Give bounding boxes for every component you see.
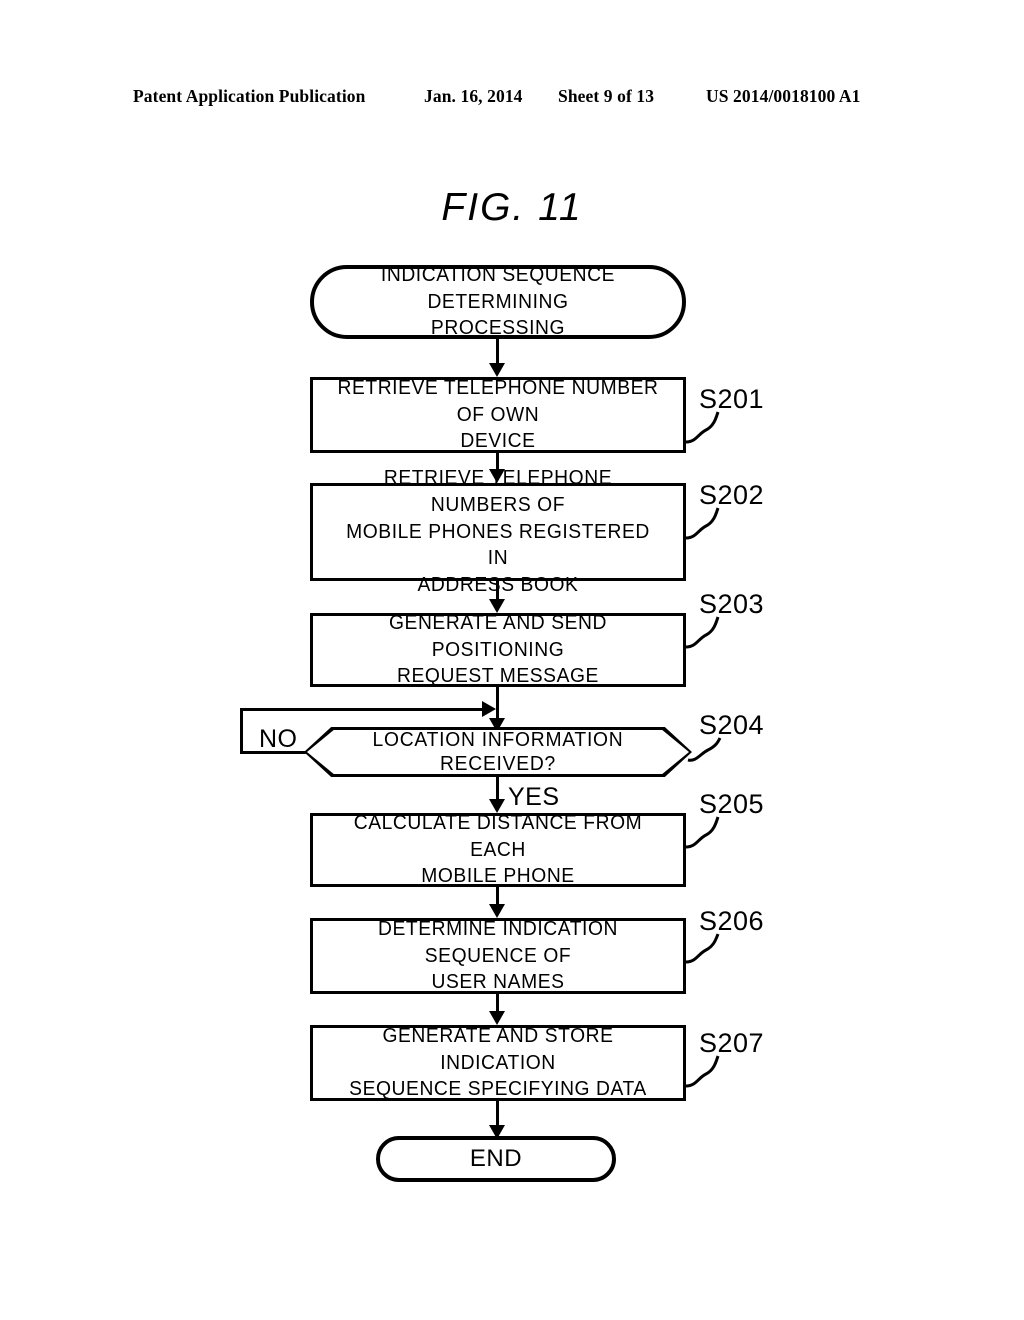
- node-s204-label: LOCATION INFORMATION RECEIVED?: [372, 728, 624, 775]
- node-s202-line2: MOBILE PHONES REGISTERED IN: [346, 519, 650, 570]
- step-label-s206: S206: [699, 906, 765, 936]
- node-s202: RETRIEVE TELEPHONE NUMBERS OF MOBILE PHO…: [310, 466, 686, 596]
- leader-s206: [685, 933, 720, 964]
- node-s201: RETRIEVE TELEPHONE NUMBER OF OWN DEVICE: [310, 375, 686, 455]
- node-s206-line2: USER NAMES: [431, 970, 565, 994]
- node-s202-line1: RETRIEVE TELEPHONE NUMBERS OF: [383, 466, 613, 517]
- flowchart: INDICATION SEQUENCE DETERMINING PROCESSI…: [0, 0, 1024, 1320]
- node-s202-label: RETRIEVE TELEPHONE NUMBERS OF MOBILE PHO…: [324, 465, 672, 598]
- step-label-s202: S202: [699, 480, 765, 510]
- node-s207-label: GENERATE AND STORE INDICATION SEQUENCE S…: [324, 1023, 672, 1103]
- node-s201-label: RETRIEVE TELEPHONE NUMBER OF OWN DEVICE: [324, 375, 672, 455]
- node-s207-line2: SEQUENCE SPECIFYING DATA: [349, 1077, 647, 1101]
- step-label-s207: S207: [699, 1028, 765, 1058]
- node-s203-label: GENERATE AND SEND POSITIONING REQUEST ME…: [324, 610, 672, 690]
- node-end-label: END: [469, 1145, 523, 1173]
- node-s205-line1: CALCULATE DISTANCE FROM EACH: [353, 811, 643, 861]
- node-start-line2: PROCESSING: [430, 316, 566, 340]
- connector-start-s201: [496, 339, 499, 365]
- node-start-line1: INDICATION SEQUENCE DETERMINING: [380, 263, 616, 313]
- node-s201-line1: RETRIEVE TELEPHONE NUMBER OF OWN: [337, 376, 659, 426]
- step-label-s201: S201: [699, 384, 765, 414]
- node-start: INDICATION SEQUENCE DETERMINING PROCESSI…: [310, 262, 686, 342]
- connector-no-left: [240, 708, 243, 753]
- step-label-s203: S203: [699, 589, 765, 619]
- branch-label-no: NO: [259, 725, 298, 753]
- step-label-s205: S205: [699, 789, 765, 819]
- node-s204: LOCATION INFORMATION RECEIVED?: [304, 727, 692, 777]
- node-s203-line1: GENERATE AND SEND POSITIONING: [388, 611, 608, 661]
- leader-s201: [685, 411, 720, 444]
- node-start-label: INDICATION SEQUENCE DETERMINING PROCESSI…: [325, 262, 671, 342]
- node-s201-line2: DEVICE: [460, 429, 536, 453]
- node-s203: GENERATE AND SEND POSITIONING REQUEST ME…: [310, 610, 686, 690]
- node-s204-inner: LOCATION INFORMATION RECEIVED?: [307, 730, 689, 774]
- node-s206-label: DETERMINE INDICATION SEQUENCE OF USER NA…: [324, 916, 672, 996]
- leader-s207: [685, 1055, 720, 1088]
- node-s205: CALCULATE DISTANCE FROM EACH MOBILE PHON…: [310, 810, 686, 890]
- connector-no-top: [240, 708, 487, 711]
- leader-s205: [685, 816, 720, 849]
- node-end: END: [376, 1136, 616, 1182]
- node-s206-line1: DETERMINE INDICATION SEQUENCE OF: [377, 917, 619, 967]
- node-s207: GENERATE AND STORE INDICATION SEQUENCE S…: [310, 1023, 686, 1103]
- leader-s203: [685, 616, 720, 649]
- leader-s202: [685, 507, 720, 540]
- branch-label-yes: YES: [508, 783, 560, 811]
- node-s207-line1: GENERATE AND STORE INDICATION: [382, 1024, 614, 1074]
- node-s205-line2: MOBILE PHONE: [421, 864, 575, 888]
- node-s203-line2: REQUEST MESSAGE: [397, 664, 599, 688]
- step-label-s204: S204: [699, 710, 765, 740]
- arrowhead-no-loop: [482, 701, 496, 717]
- node-s206: DETERMINE INDICATION SEQUENCE OF USER NA…: [310, 916, 686, 996]
- node-s205-label: CALCULATE DISTANCE FROM EACH MOBILE PHON…: [324, 810, 672, 890]
